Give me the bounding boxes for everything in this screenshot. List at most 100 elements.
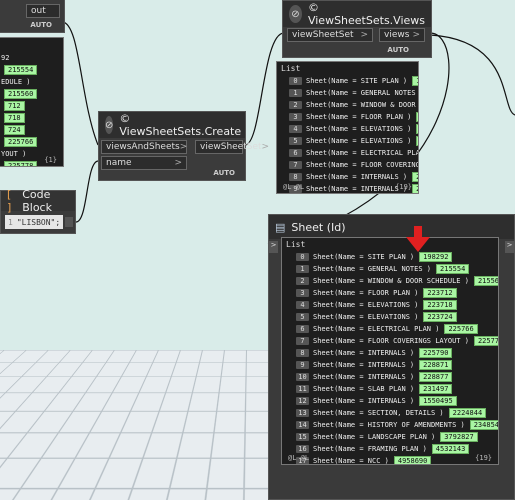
- element-id-badge: 223712: [423, 288, 457, 298]
- code-block-node[interactable]: [ ] Code Block 1 "LISBON";: [0, 188, 76, 234]
- viewsandsheets-input-port[interactable]: viewsAndSheets >: [101, 140, 187, 154]
- list-item[interactable]: 15 Sheet(Name = LANDSCAPE PLAN ) 3792827: [296, 431, 498, 443]
- sheet-name: Sheet(Name = LANDSCAPE PLAN ): [313, 433, 436, 441]
- views-node[interactable]: ⊘ © ViewSheetSets.Views viewSheetSet > vi…: [282, 0, 432, 58]
- viewsheetset-output-port[interactable]: viewSheetSet >: [195, 140, 269, 154]
- sheet-name: Sheet(Name = WINDOW & DOOR SCHEDULE ): [313, 277, 469, 285]
- sheet-name: Sheet(Name = HISTORY OF AMENDMENTS ): [313, 421, 465, 429]
- list-index: 6: [296, 325, 309, 333]
- top-left-node[interactable]: out AUTO: [0, 0, 65, 33]
- list-item[interactable]: 8 Sheet(Name = INTERNALS ) 225790: [296, 347, 498, 359]
- red-arrow-annotation: [406, 226, 430, 252]
- list-item[interactable]: 724: [0, 124, 63, 136]
- list-index: 5: [296, 313, 309, 321]
- list-item[interactable]: 215554: [0, 64, 63, 76]
- code-output-port[interactable]: [65, 217, 73, 227]
- list-item[interactable]: 10 Sheet(Name = INTERNALS ) 228877: [296, 371, 498, 383]
- element-id-badge: 2348540: [469, 420, 498, 430]
- list-item[interactable]: 92: [0, 52, 63, 64]
- views-list-panel[interactable]: List 0 Sheet(Name = SITE PLAN ) 19829 1 Shee…: [276, 61, 419, 194]
- code-brackets-icon: [ ]: [7, 188, 12, 214]
- element-id-badge: 231497: [419, 384, 453, 394]
- top-left-list-panel[interactable]: 92 215554 EDULE ) 215560 712 718 724 225766 YOUT…: [0, 37, 64, 167]
- list-item[interactable]: 7 Sheet(Name = FLOOR COVERINGS LA: [289, 159, 418, 171]
- list-item[interactable]: 225766: [0, 136, 63, 148]
- views-node-header[interactable]: ⊘ © ViewSheetSets.Views: [283, 1, 431, 27]
- out-port[interactable]: out: [26, 4, 60, 18]
- list-item[interactable]: 6 Sheet(Name = ELECTRICAL PLAN ) 225766: [296, 323, 498, 335]
- list-index: 7: [289, 161, 302, 169]
- list-item[interactable]: 4 Sheet(Name = ELEVATIONS ) 2237: [289, 123, 418, 135]
- name-input-port[interactable]: name >: [101, 156, 187, 170]
- list-item[interactable]: 8 Sheet(Name = INTERNALS ) 22579: [289, 171, 418, 183]
- element-id-badge: 22579: [412, 172, 418, 182]
- element-id-badge: 225766: [4, 137, 38, 147]
- code-block-header[interactable]: [ ] Code Block: [1, 188, 75, 214]
- sheet-list-panel[interactable]: List 0 Sheet(Name = SITE PLAN ) 198292 1 She…: [281, 237, 499, 465]
- views-output-port[interactable]: views >: [379, 28, 425, 42]
- sheet-name: Sheet(Name = INTERNALS ): [306, 185, 408, 193]
- sheet-name: Sheet(Name = SLAB PLAN ): [313, 385, 415, 393]
- graph-canvas[interactable]: out AUTO 92 215554 EDULE ) 215560 712 718 724 2…: [0, 0, 515, 500]
- list-item[interactable]: 0 Sheet(Name = SITE PLAN ) 198292: [296, 251, 498, 263]
- list-item[interactable]: 2 Sheet(Name = WINDOW & DOOR SCHEI: [289, 99, 418, 111]
- list-item[interactable]: 7 Sheet(Name = FLOOR COVERINGS LAYOUT ) 22…: [296, 335, 498, 347]
- list-index: 8: [296, 349, 309, 357]
- element-id-badge: 225790: [419, 348, 453, 358]
- viewsheetset-input-port[interactable]: viewSheetSet >: [287, 28, 373, 42]
- sheet-name: Sheet(Name = INTERNALS ): [313, 397, 415, 405]
- list-index: 13: [296, 409, 309, 417]
- sheet-name: EDULE ): [1, 78, 31, 86]
- sheet-input-port[interactable]: >: [269, 241, 278, 253]
- wire-code-to-name: [75, 160, 99, 223]
- list-item[interactable]: 5 Sheet(Name = ELEVATIONS ) 2237: [289, 135, 418, 147]
- list-item[interactable]: 1Sheet(Name = GENERAL NOTES )2: [289, 87, 418, 99]
- list-item[interactable]: 1 Sheet(Name = GENERAL NOTES ) 215554: [296, 263, 498, 275]
- element-id-badge: 4532143: [431, 444, 470, 454]
- list-item[interactable]: 712: [0, 100, 63, 112]
- list-index: 15: [296, 433, 309, 441]
- list-item[interactable]: 0 Sheet(Name = SITE PLAN ) 19829: [289, 75, 418, 87]
- list-item[interactable]: 3 Sheet(Name = FLOOR PLAN ) 2237: [289, 111, 418, 123]
- node-icon: ⊘: [105, 116, 114, 134]
- list-item[interactable]: 11 Sheet(Name = SLAB PLAN ) 231497: [296, 383, 498, 395]
- list-item[interactable]: 12 Sheet(Name = INTERNALS ) 1550495: [296, 395, 498, 407]
- sheet-name: Sheet(Name = ELEVATIONS ): [313, 313, 419, 321]
- list-index: 5: [289, 137, 302, 145]
- sheet-name: Sheet(Name = ELECTRICAL PLAN ): [313, 325, 440, 333]
- element-id-badge: 228871: [419, 360, 453, 370]
- sheet-name: Sheet(Name = SECTION, DETAILS ): [313, 409, 444, 417]
- sheet-output-port[interactable]: >: [505, 241, 514, 253]
- element-id-badge: 2224844: [448, 408, 487, 418]
- list-item[interactable]: 14 Sheet(Name = HISTORY OF AMENDMENTS ) 23…: [296, 419, 498, 431]
- list-item[interactable]: 17 Sheet(Name = NCC ) 4958690: [296, 455, 498, 465]
- create-node[interactable]: ⊘ © ViewSheetSets.Create viewsAndSheets >…: [98, 111, 269, 181]
- sheet-name: Sheet(Name = ELEVATIONS ): [313, 301, 419, 309]
- list-item[interactable]: 718: [0, 112, 63, 124]
- element-id-badge: 718: [4, 113, 25, 123]
- list-item[interactable]: 4 Sheet(Name = ELEVATIONS ) 223718: [296, 299, 498, 311]
- list-item[interactable]: 215560: [0, 88, 63, 100]
- list-item[interactable]: 13 Sheet(Name = SECTION, DETAILS ) 2224844: [296, 407, 498, 419]
- code-editor[interactable]: 1 "LISBON";: [5, 215, 63, 229]
- sheet-name: Sheet(Name = SITE PLAN ): [313, 253, 415, 261]
- list-item[interactable]: 5 Sheet(Name = ELEVATIONS ) 223724: [296, 311, 498, 323]
- auto-label: AUTO: [30, 21, 52, 29]
- list-item[interactable]: EDULE ): [0, 76, 63, 88]
- element-id-badge: 225778: [473, 336, 498, 346]
- list-index: 16: [296, 445, 309, 453]
- list-item[interactable]: 9 Sheet(Name = INTERNALS ) 228871: [296, 359, 498, 371]
- list-item[interactable]: 2 Sheet(Name = WINDOW & DOOR SCHEDULE ) 21…: [296, 275, 498, 287]
- sheet-name: Sheet(Name = GENERAL NOTES ): [313, 265, 432, 273]
- create-node-header[interactable]: ⊘ © ViewSheetSets.Create: [99, 112, 245, 138]
- sheet-name: Sheet(Name = NCC ): [313, 457, 389, 465]
- sheet-name: Sheet(Name = ELEVATIONS ): [306, 125, 412, 133]
- list-item[interactable]: 16 Sheet(Name = FRAMING PLAN ) 4532143: [296, 443, 498, 455]
- sheet-node-header[interactable]: ▤ Sheet (Id): [269, 215, 514, 239]
- list-item[interactable]: 3 Sheet(Name = FLOOR PLAN ) 223712: [296, 287, 498, 299]
- element-id-badge: 3792827: [440, 432, 478, 442]
- list-item[interactable]: 6 Sheet(Name = ELECTRICAL PLAN ): [289, 147, 418, 159]
- sheet-name: Sheet(Name = FRAMING PLAN ): [313, 445, 427, 453]
- sheet-name: Sheet(Name = FLOOR COVERINGS LA: [306, 161, 418, 169]
- list-header: List: [281, 64, 301, 73]
